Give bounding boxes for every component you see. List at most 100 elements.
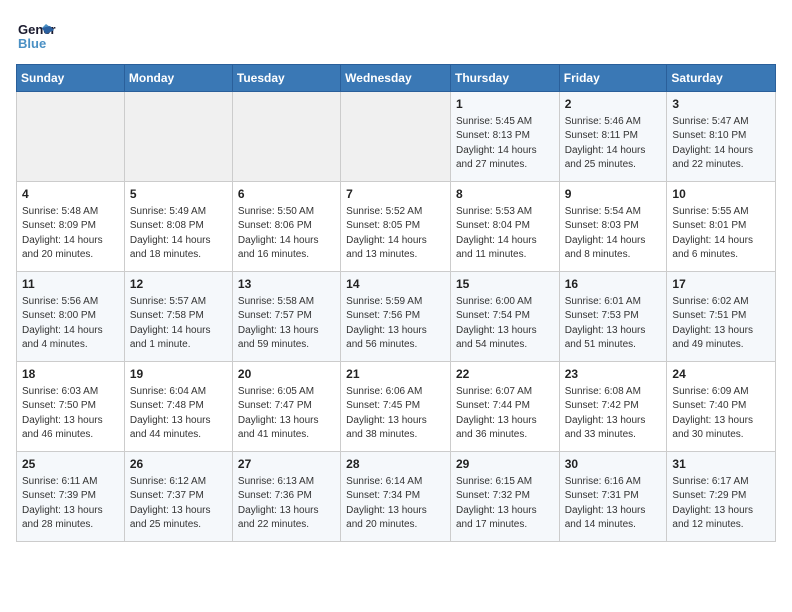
day-number: 2 <box>565 96 662 113</box>
weekday-header-sunday: Sunday <box>17 65 125 92</box>
calendar-week-row: 1 Sunrise: 5:45 AM Sunset: 8:13 PM Daylig… <box>17 92 776 182</box>
day-number: 13 <box>238 276 335 293</box>
day-number: 21 <box>346 366 445 383</box>
day-info: Sunrise: 6:08 AM Sunset: 7:42 PM Dayligh… <box>565 385 662 443</box>
calendar-cell: 10Sunrise: 5:55 AM Sunset: 8:01 PM Dayli… <box>667 182 776 272</box>
weekday-header-thursday: Thursday <box>450 65 559 92</box>
day-info: Sunrise: 5:47 AM Sunset: 8:10 PM Dayligh… <box>672 115 770 173</box>
day-info: Sunrise: 6:04 AM Sunset: 7:48 PM Dayligh… <box>130 385 227 443</box>
day-info: Sunrise: 6:06 AM Sunset: 7:45 PM Dayligh… <box>346 385 445 443</box>
day-info: Sunrise: 6:14 AM Sunset: 7:34 PM Dayligh… <box>346 475 445 533</box>
day-number: 27 <box>238 456 335 473</box>
day-info: Sunrise: 6:17 AM Sunset: 7:29 PM Dayligh… <box>672 475 770 533</box>
calendar-cell: 26 Sunrise: 6:12 AM Sunset: 7:37 PM Dayli… <box>124 452 232 542</box>
day-info: Sunrise: 5:49 AM Sunset: 8:08 PM Dayligh… <box>130 205 227 263</box>
calendar-week-row: 18 Sunrise: 6:03 AM Sunset: 7:50 PM Dayli… <box>17 362 776 452</box>
weekday-header-tuesday: Tuesday <box>232 65 340 92</box>
calendar-cell: 15Sunrise: 6:00 AM Sunset: 7:54 PM Dayli… <box>450 272 559 362</box>
day-info: Sunrise: 6:01 AM Sunset: 7:53 PM Dayligh… <box>565 295 662 353</box>
calendar-cell <box>17 92 125 182</box>
calendar-body: 1 Sunrise: 5:45 AM Sunset: 8:13 PM Daylig… <box>17 92 776 542</box>
calendar-cell: 30 Sunrise: 6:16 AM Sunset: 7:31 PM Dayli… <box>559 452 667 542</box>
calendar-cell: 7 Sunrise: 5:52 AM Sunset: 8:05 PM Daylig… <box>341 182 451 272</box>
day-info: Sunrise: 6:09 AM Sunset: 7:40 PM Dayligh… <box>672 385 770 443</box>
day-info: Sunrise: 5:57 AM Sunset: 7:58 PM Dayligh… <box>130 295 227 353</box>
weekday-header-friday: Friday <box>559 65 667 92</box>
calendar-cell: 1 Sunrise: 5:45 AM Sunset: 8:13 PM Daylig… <box>450 92 559 182</box>
calendar-cell <box>124 92 232 182</box>
day-number: 7 <box>346 186 445 203</box>
weekday-header-row: SundayMondayTuesdayWednesdayThursdayFrid… <box>17 65 776 92</box>
calendar-cell: 11 Sunrise: 5:56 AM Sunset: 8:00 PM Dayli… <box>17 272 125 362</box>
day-number: 17 <box>672 276 770 293</box>
day-info: Sunrise: 5:59 AM Sunset: 7:56 PM Dayligh… <box>346 295 445 353</box>
weekday-header-monday: Monday <box>124 65 232 92</box>
day-info: Sunrise: 5:52 AM Sunset: 8:05 PM Dayligh… <box>346 205 445 263</box>
calendar-cell: 16 Sunrise: 6:01 AM Sunset: 7:53 PM Dayli… <box>559 272 667 362</box>
calendar-cell: 19 Sunrise: 6:04 AM Sunset: 7:48 PM Dayli… <box>124 362 232 452</box>
day-info: Sunrise: 5:55 AM Sunset: 8:01 PM Dayligh… <box>672 205 770 263</box>
calendar-table: SundayMondayTuesdayWednesdayThursdayFrid… <box>16 64 776 542</box>
calendar-cell: 12Sunrise: 5:57 AM Sunset: 7:58 PM Dayli… <box>124 272 232 362</box>
calendar-cell <box>341 92 451 182</box>
day-number: 29 <box>456 456 554 473</box>
day-number: 18 <box>22 366 119 383</box>
day-info: Sunrise: 6:07 AM Sunset: 7:44 PM Dayligh… <box>456 385 554 443</box>
day-info: Sunrise: 5:56 AM Sunset: 8:00 PM Dayligh… <box>22 295 119 353</box>
day-number: 26 <box>130 456 227 473</box>
day-number: 6 <box>238 186 335 203</box>
calendar-cell: 18 Sunrise: 6:03 AM Sunset: 7:50 PM Dayli… <box>17 362 125 452</box>
calendar-cell: 31Sunrise: 6:17 AM Sunset: 7:29 PM Dayli… <box>667 452 776 542</box>
day-info: Sunrise: 5:50 AM Sunset: 8:06 PM Dayligh… <box>238 205 335 263</box>
calendar-cell: 29Sunrise: 6:15 AM Sunset: 7:32 PM Dayli… <box>450 452 559 542</box>
day-number: 8 <box>456 186 554 203</box>
page-header: General Blue <box>16 16 776 56</box>
calendar-cell: 14 Sunrise: 5:59 AM Sunset: 7:56 PM Dayli… <box>341 272 451 362</box>
day-number: 5 <box>130 186 227 203</box>
calendar-cell: 4 Sunrise: 5:48 AM Sunset: 8:09 PM Daylig… <box>17 182 125 272</box>
calendar-week-row: 4 Sunrise: 5:48 AM Sunset: 8:09 PM Daylig… <box>17 182 776 272</box>
day-info: Sunrise: 6:16 AM Sunset: 7:31 PM Dayligh… <box>565 475 662 533</box>
weekday-header-wednesday: Wednesday <box>341 65 451 92</box>
calendar-cell: 27 Sunrise: 6:13 AM Sunset: 7:36 PM Dayli… <box>232 452 340 542</box>
day-info: Sunrise: 6:02 AM Sunset: 7:51 PM Dayligh… <box>672 295 770 353</box>
logo: General Blue <box>16 16 56 56</box>
day-info: Sunrise: 6:05 AM Sunset: 7:47 PM Dayligh… <box>238 385 335 443</box>
day-info: Sunrise: 6:13 AM Sunset: 7:36 PM Dayligh… <box>238 475 335 533</box>
day-number: 11 <box>22 276 119 293</box>
calendar-cell: 22 Sunrise: 6:07 AM Sunset: 7:44 PM Dayli… <box>450 362 559 452</box>
day-number: 28 <box>346 456 445 473</box>
svg-text:Blue: Blue <box>18 36 46 51</box>
calendar-cell: 13 Sunrise: 5:58 AM Sunset: 7:57 PM Dayli… <box>232 272 340 362</box>
day-number: 16 <box>565 276 662 293</box>
day-info: Sunrise: 5:45 AM Sunset: 8:13 PM Dayligh… <box>456 115 554 173</box>
day-info: Sunrise: 6:00 AM Sunset: 7:54 PM Dayligh… <box>456 295 554 353</box>
day-number: 1 <box>456 96 554 113</box>
calendar-header: SundayMondayTuesdayWednesdayThursdayFrid… <box>17 65 776 92</box>
day-number: 22 <box>456 366 554 383</box>
day-info: Sunrise: 5:54 AM Sunset: 8:03 PM Dayligh… <box>565 205 662 263</box>
day-number: 24 <box>672 366 770 383</box>
calendar-cell: 23 Sunrise: 6:08 AM Sunset: 7:42 PM Dayli… <box>559 362 667 452</box>
calendar-cell: 25 Sunrise: 6:11 AM Sunset: 7:39 PM Dayli… <box>17 452 125 542</box>
day-number: 30 <box>565 456 662 473</box>
day-info: Sunrise: 5:58 AM Sunset: 7:57 PM Dayligh… <box>238 295 335 353</box>
day-info: Sunrise: 5:48 AM Sunset: 8:09 PM Dayligh… <box>22 205 119 263</box>
day-info: Sunrise: 6:11 AM Sunset: 7:39 PM Dayligh… <box>22 475 119 533</box>
day-number: 23 <box>565 366 662 383</box>
day-number: 25 <box>22 456 119 473</box>
day-number: 3 <box>672 96 770 113</box>
day-info: Sunrise: 5:53 AM Sunset: 8:04 PM Dayligh… <box>456 205 554 263</box>
day-number: 14 <box>346 276 445 293</box>
calendar-cell: 9Sunrise: 5:54 AM Sunset: 8:03 PM Daylig… <box>559 182 667 272</box>
weekday-header-saturday: Saturday <box>667 65 776 92</box>
calendar-cell: 20Sunrise: 6:05 AM Sunset: 7:47 PM Dayli… <box>232 362 340 452</box>
calendar-cell <box>232 92 340 182</box>
day-number: 19 <box>130 366 227 383</box>
calendar-week-row: 11 Sunrise: 5:56 AM Sunset: 8:00 PM Dayli… <box>17 272 776 362</box>
day-number: 4 <box>22 186 119 203</box>
day-info: Sunrise: 6:12 AM Sunset: 7:37 PM Dayligh… <box>130 475 227 533</box>
day-info: Sunrise: 6:03 AM Sunset: 7:50 PM Dayligh… <box>22 385 119 443</box>
calendar-cell: 6 Sunrise: 5:50 AM Sunset: 8:06 PM Daylig… <box>232 182 340 272</box>
calendar-cell: 24 Sunrise: 6:09 AM Sunset: 7:40 PM Dayli… <box>667 362 776 452</box>
